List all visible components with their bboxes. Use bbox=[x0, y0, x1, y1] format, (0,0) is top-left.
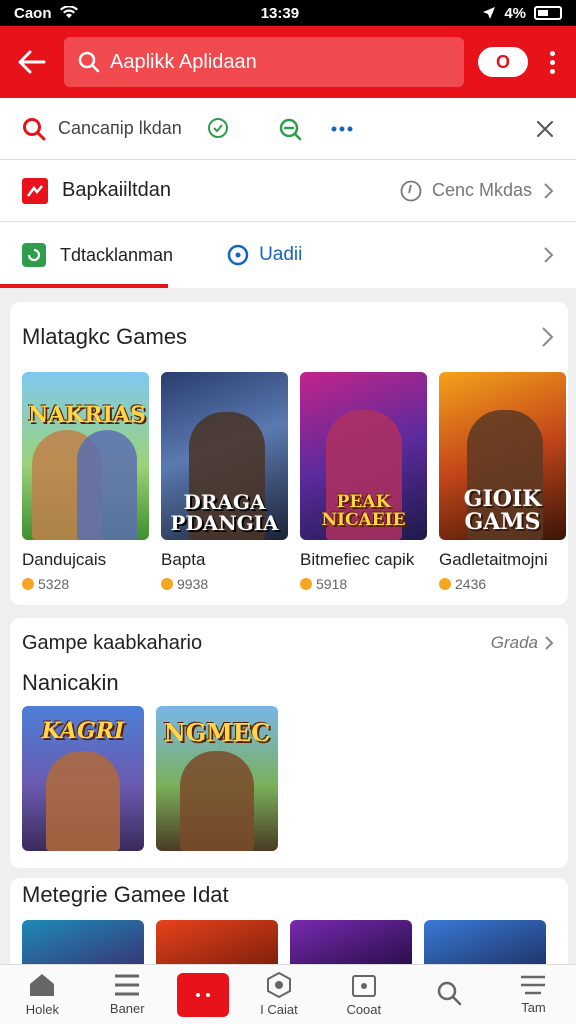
game-rating: 5328 bbox=[38, 576, 70, 592]
category-row-secondary[interactable]: Tdtacklanman Uadii bbox=[0, 222, 576, 288]
games-section-featured: Mlatagkc Games NAKRIAS Dandujcais 5328 D… bbox=[10, 302, 568, 605]
app-bar: Aaplikk Aplidaan O bbox=[0, 26, 576, 98]
section-subtitle: Nanicakin bbox=[22, 670, 119, 695]
calendar-icon bbox=[351, 975, 376, 997]
nav-label: Holek bbox=[25, 1002, 60, 1017]
game-name: Bitmefiec capik bbox=[300, 550, 415, 569]
game-name: Dandujcais bbox=[22, 550, 107, 569]
game-cover: NAKRIAS bbox=[22, 372, 149, 540]
close-icon[interactable] bbox=[536, 120, 554, 138]
chevron-right-icon bbox=[544, 182, 554, 199]
search-icon bbox=[78, 51, 100, 73]
chevron-right-icon bbox=[544, 247, 554, 263]
section-action-link[interactable]: Grada bbox=[491, 633, 554, 653]
section-title: Mlatagkc Games bbox=[22, 324, 188, 349]
bottom-navigation: Holek Baner I Caiat Cooat Tam bbox=[0, 964, 576, 1024]
nav-chat[interactable]: I Caiat bbox=[244, 972, 314, 1017]
section-title: Metegrie Gamee Idat bbox=[22, 882, 229, 907]
zoom-out-icon[interactable] bbox=[278, 117, 302, 141]
category-right-label: Cenc Mkdas bbox=[431, 180, 532, 200]
game-cover: PEAK NICAEIE bbox=[300, 372, 427, 540]
list-icon bbox=[521, 975, 546, 995]
back-button[interactable] bbox=[14, 44, 50, 80]
nav-banner[interactable]: Baner bbox=[92, 973, 162, 1016]
filter-label[interactable]: Cancaпip lkdan bbox=[58, 118, 182, 139]
game-rating: 5918 bbox=[316, 576, 348, 592]
star-icon bbox=[22, 578, 34, 590]
section-action-label: Grada bbox=[490, 633, 538, 652]
search-input[interactable]: Aaplikk Aplidaan bbox=[64, 37, 464, 87]
star-icon bbox=[161, 578, 173, 590]
game-tile[interactable]: DRAGA PDANGIA Bapta 9938 bbox=[161, 372, 288, 592]
battery-icon bbox=[534, 6, 562, 20]
more-horizontal-icon[interactable] bbox=[330, 125, 354, 133]
more-options-button[interactable] bbox=[542, 50, 562, 74]
cover-art-text: GIOIK GAMS bbox=[463, 486, 542, 536]
account-pill-button[interactable]: O bbox=[478, 47, 528, 77]
game-tile[interactable]: PEAK NICAEIE Bitmefiec capik 5918 bbox=[300, 372, 427, 592]
status-bar: Caon 13:39 4% bbox=[0, 0, 576, 26]
search-filter-bar: Cancaпip lkdan bbox=[0, 98, 576, 160]
search-text: Aaplikk Aplidaan bbox=[110, 50, 257, 73]
category-row-primary[interactable]: Bapkaiiltdan Cenc Mkdas bbox=[0, 160, 576, 222]
game-tile[interactable]: KAGRI bbox=[22, 706, 144, 851]
game-tile[interactable]: GIOIK GAMS Gadletaitmojni 2436 bbox=[439, 372, 566, 592]
game-cover: DRAGA PDANGIA bbox=[161, 372, 288, 540]
game-cover: GIOIK GAMS bbox=[439, 372, 566, 540]
nav-team[interactable]: Tam bbox=[498, 974, 568, 1015]
arrow-left-icon bbox=[18, 50, 46, 74]
star-icon bbox=[300, 578, 312, 590]
nav-center-button[interactable] bbox=[177, 972, 230, 1017]
nav-search[interactable] bbox=[414, 980, 484, 1010]
cover-art-text: DRAGA PDANGIA bbox=[170, 490, 279, 535]
game-rating: 2436 bbox=[455, 576, 487, 592]
nav-home[interactable]: Holek bbox=[7, 972, 77, 1017]
cover-art-text: NGMEC bbox=[163, 718, 271, 747]
game-name: Bapta bbox=[161, 550, 206, 569]
game-tile[interactable]: NGMEC bbox=[156, 706, 278, 851]
chat-check-icon[interactable] bbox=[206, 117, 230, 141]
games-section-category: Metegrie Gamee Idat bbox=[10, 878, 568, 980]
game-name: Gadletaitmojni bbox=[439, 550, 548, 569]
search-icon bbox=[23, 117, 46, 140]
game-cover: NGMEC bbox=[156, 706, 278, 851]
wifi-icon bbox=[59, 6, 78, 18]
category-title: Tdtacklanman bbox=[60, 244, 174, 265]
nav-contact[interactable]: Cooat bbox=[329, 972, 399, 1017]
cover-art-text: PEAK NICAEIE bbox=[321, 492, 406, 530]
chevron-right-icon[interactable] bbox=[540, 326, 554, 348]
battery-percent: 4% bbox=[504, 4, 526, 22]
menu-icon bbox=[115, 974, 140, 996]
hexagon-icon bbox=[266, 972, 291, 998]
clock-icon bbox=[400, 180, 422, 201]
game-rating: 9938 bbox=[177, 576, 209, 592]
home-icon bbox=[30, 974, 55, 996]
section-title: Gampe kaabkahario bbox=[22, 631, 203, 654]
active-tab-indicator bbox=[0, 284, 168, 288]
category-icon bbox=[22, 177, 48, 204]
game-cover: KAGRI bbox=[22, 706, 144, 851]
nav-label: I Caiat bbox=[260, 1002, 298, 1017]
update-link[interactable]: Uadii bbox=[227, 244, 302, 266]
cover-art-text: NAKRIAS bbox=[28, 402, 146, 428]
carrier-label: Caon bbox=[14, 4, 52, 22]
nav-label: Cooat bbox=[346, 1002, 382, 1017]
games-section-recommended: Gampe kaabkahario Grada Nanicakin KAGRI … bbox=[10, 618, 568, 868]
game-tile[interactable]: NAKRIAS Dandujcais 5328 bbox=[22, 372, 149, 592]
info-circle-icon bbox=[227, 244, 249, 266]
nav-label: Baner bbox=[109, 1001, 145, 1016]
chevron-right-icon bbox=[545, 636, 554, 650]
location-icon bbox=[483, 7, 496, 19]
cover-art-text: KAGRI bbox=[41, 718, 125, 744]
category-title: Bapkaiiltdan bbox=[62, 179, 171, 201]
clock: 13:39 bbox=[260, 4, 300, 22]
star-icon bbox=[439, 578, 451, 590]
update-label: Uadii bbox=[259, 244, 303, 265]
search-icon bbox=[437, 981, 461, 1005]
refresh-icon bbox=[22, 243, 46, 267]
pill-label: O bbox=[495, 51, 510, 72]
nav-label: Tam bbox=[521, 1000, 546, 1015]
